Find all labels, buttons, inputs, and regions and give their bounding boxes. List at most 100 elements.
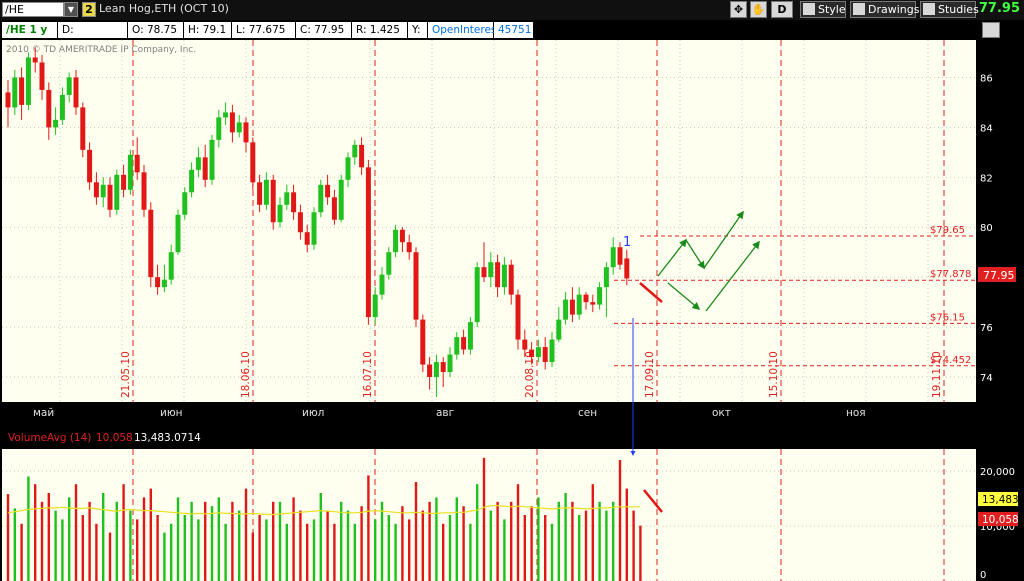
volume-bar — [61, 519, 64, 581]
candle-body — [617, 247, 623, 265]
forecast-arrow — [685, 239, 705, 270]
candle-body — [583, 294, 589, 303]
chart-svg: 21.05.10 18.06.10 16.07.10 20.08.10 17.09.10… — [0, 40, 1024, 581]
price-tick-label: 78 — [980, 273, 993, 284]
volume-bars — [6, 457, 642, 581]
open-interest-label: OpenInterest — [428, 22, 501, 38]
month-label: сен — [578, 407, 597, 419]
volume-bar — [571, 501, 574, 581]
candle-body — [447, 354, 453, 373]
volume-bar — [285, 523, 288, 581]
drawings-label: Drawings — [868, 3, 920, 16]
volume-bar — [530, 506, 533, 581]
volume-bar — [13, 508, 16, 581]
candle-body — [155, 277, 161, 288]
volume-bar — [163, 532, 166, 581]
volume-bar — [408, 519, 411, 581]
drawings-button[interactable]: Drawings — [850, 1, 920, 18]
candle-body — [488, 262, 494, 278]
volume-bar — [278, 501, 282, 581]
level-annotations: $79.65 $77.878 $76.15 $74.452 — [614, 225, 976, 367]
candle-body — [556, 319, 562, 340]
candle-body — [32, 57, 38, 63]
style-label: Style — [818, 3, 846, 16]
candle-body — [195, 157, 201, 170]
style-button[interactable]: Style — [800, 1, 846, 18]
candle-body — [495, 262, 501, 288]
open-value: O: 78.75 — [128, 22, 184, 38]
candle-body — [318, 184, 324, 213]
studies-button[interactable]: Studies — [920, 1, 979, 18]
symbol-input[interactable]: /HE — [2, 2, 64, 17]
volume-bar — [81, 515, 84, 581]
level-label: $77.878 — [930, 269, 971, 280]
period-label[interactable]: /HE 1 y D — [2, 22, 58, 52]
high-value: H: 79.1 — [184, 22, 232, 38]
candle-body — [107, 184, 113, 210]
month-label: май — [33, 407, 54, 419]
month-label: авг — [436, 407, 454, 419]
candle-body — [229, 112, 235, 133]
candle-body — [243, 122, 249, 143]
volume-bar — [523, 515, 526, 581]
volume-bar — [108, 532, 112, 581]
candle-body — [508, 264, 514, 295]
date-marker-label: 21.05.10 — [120, 351, 132, 398]
price-grid — [2, 40, 976, 402]
pan-icon[interactable]: ✋ — [750, 1, 767, 18]
d-button[interactable]: D — [771, 1, 793, 18]
candle-body — [291, 192, 297, 213]
candle-body — [114, 174, 120, 210]
candle-body — [454, 337, 460, 355]
volume-bar — [374, 519, 377, 581]
price-axis-panel[interactable] — [976, 40, 1024, 402]
link-group-number[interactable]: 2 — [82, 2, 96, 17]
volume-header — [0, 426, 976, 449]
chart-settings-icon[interactable] — [982, 22, 1000, 38]
level-label: $79.65 — [930, 225, 965, 236]
candle-body — [59, 94, 65, 120]
candle-body — [19, 77, 25, 105]
volume-bar — [272, 501, 275, 581]
candle-body — [223, 112, 229, 118]
price-panel[interactable] — [2, 40, 976, 402]
price-tick-label: 76 — [980, 323, 993, 334]
volume-bar — [183, 515, 186, 581]
volume-tag-bg — [978, 512, 1018, 526]
candle-body — [25, 57, 31, 105]
candle-body — [467, 322, 473, 350]
candle-body — [474, 267, 480, 323]
candle-body — [420, 319, 426, 365]
range-value: R: 1.425 — [352, 22, 408, 38]
close-value: C: 77.95 — [296, 22, 352, 38]
volume-bar — [380, 501, 384, 581]
price-tick-label: 74 — [980, 373, 993, 384]
candle-body — [141, 172, 147, 210]
crosshair-icon[interactable]: ✥ — [730, 1, 747, 18]
candle-body — [529, 349, 535, 358]
volume-bar — [394, 523, 397, 581]
candle-body — [127, 154, 133, 190]
volume-panel[interactable] — [2, 449, 976, 581]
volume-bar — [340, 501, 343, 581]
volume-bar — [496, 501, 499, 581]
study-volume-value: 10,058 — [96, 432, 133, 444]
price-axis-ticks: 86 84 82 80 78 76 74 — [980, 73, 993, 384]
candle-body — [461, 337, 467, 350]
candle-body — [399, 229, 405, 243]
date-marker-label: 20.08.10 — [524, 351, 536, 398]
studies-icon — [923, 3, 935, 15]
volume-bar — [210, 506, 214, 581]
volume-bar — [469, 523, 472, 581]
volume-bar — [238, 510, 241, 581]
volume-bar — [6, 494, 10, 581]
volume-bar — [265, 519, 268, 581]
candle-body — [359, 144, 365, 168]
symbol-dropdown-icon[interactable]: ▼ — [64, 2, 78, 17]
price-tag-bg — [978, 267, 1016, 282]
candle-body — [66, 77, 72, 95]
volume-bar — [353, 523, 356, 581]
top-toolbar: /HE ▼ 2 Lean Hog,ETH (OCT 10) ✥ ✋ D Styl… — [0, 0, 1024, 20]
candle-body — [100, 184, 106, 198]
candle-body — [365, 167, 371, 318]
